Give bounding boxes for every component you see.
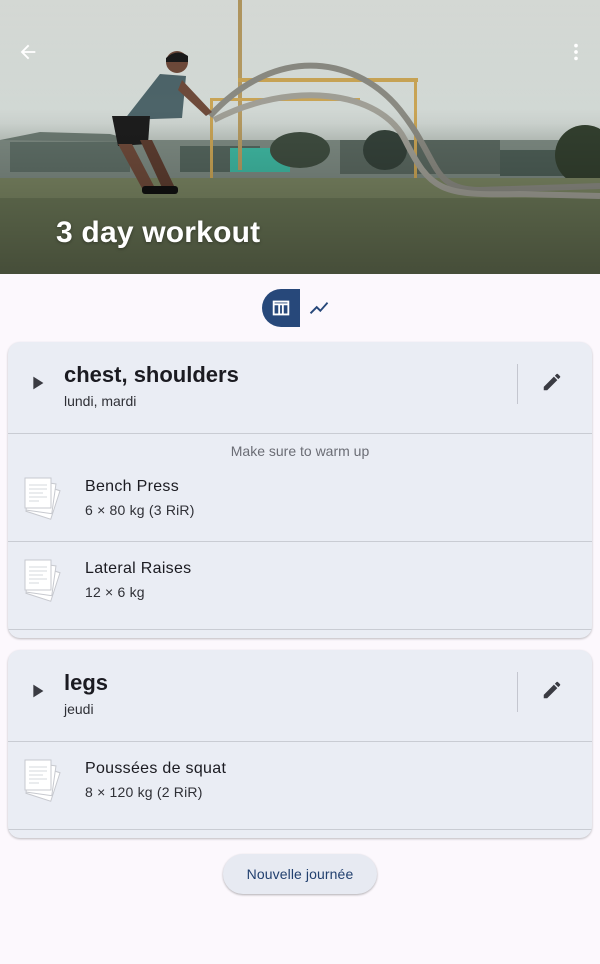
exercise-sets: 12 × 6 kg [85,584,145,600]
view-toggle [262,289,338,327]
play-icon[interactable] [26,680,48,702]
page-title: 3 day workout [56,216,261,249]
trend-icon [309,302,329,314]
exercise-name: Lateral Raises [85,560,192,577]
overflow-menu-button[interactable] [556,32,596,72]
divider [517,364,518,404]
table-icon [272,300,290,316]
exercise-row[interactable]: Lateral Raises 12 × 6 kg [8,542,592,630]
day-name: legs [64,670,109,695]
exercise-name: Poussées de squat [85,760,227,777]
exercise-row[interactable]: Bench Press 6 × 80 kg (3 RiR) [8,468,592,542]
edit-day-button[interactable] [536,674,568,706]
edit-icon [543,373,561,391]
new-day-button[interactable]: Nouvelle journée [223,854,377,894]
play-icon[interactable] [26,372,48,394]
exercise-name: Bench Press [85,478,180,495]
exercise-sets: 6 × 80 kg (3 RiR) [85,502,195,518]
trend-view-button[interactable] [300,289,338,327]
edit-icon [543,681,561,699]
day-header: chest, shoulders lundi, mardi [8,342,592,434]
day-weekdays: jeudi [64,701,94,717]
back-button[interactable] [8,32,48,72]
more-vert-icon [574,43,578,61]
table-view-button[interactable] [262,289,300,327]
exercise-row[interactable]: Poussées de squat 8 × 120 kg (2 RiR) [8,742,592,830]
exercise-placeholder-icon [24,477,61,520]
edit-day-button[interactable] [536,366,568,398]
exercise-sets: 8 × 120 kg (2 RiR) [85,784,203,800]
exercise-placeholder-icon [24,559,61,602]
exercise-placeholder-icon [24,759,61,802]
arrow-back-icon [20,44,36,60]
day-card: chest, shoulders lundi, mardi Make sure … [8,342,592,638]
day-card: legs jeudi Poussées de squat 8 × 120 kg … [8,650,592,838]
divider [517,672,518,712]
day-header: legs jeudi [8,650,592,742]
day-name: chest, shoulders [64,362,239,387]
day-weekdays: lundi, mardi [64,393,137,409]
day-note: Make sure to warm up [230,443,370,459]
